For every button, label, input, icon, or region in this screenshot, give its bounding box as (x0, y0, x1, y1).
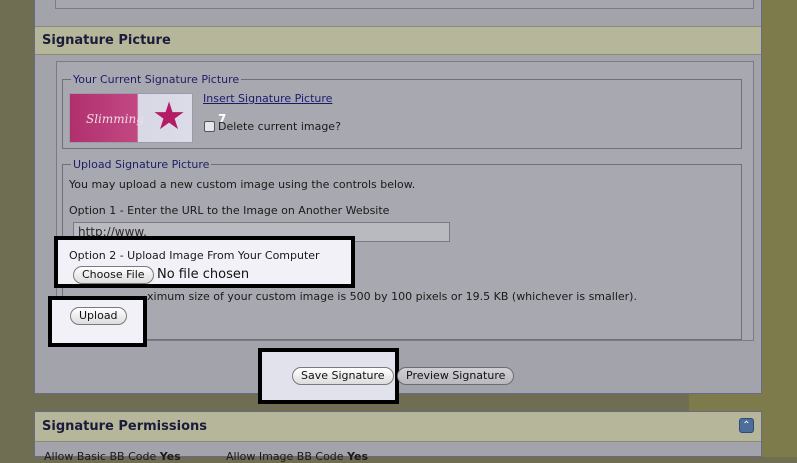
star-icon: ★ (152, 94, 187, 138)
option2-label: Option 2 - Upload Image From Your Comput… (69, 249, 320, 262)
collapse-icon[interactable]: ⌃ (739, 418, 754, 433)
delete-current-image-option[interactable]: Delete current image? (204, 120, 341, 133)
delete-image-label: Delete current image? (218, 120, 341, 133)
section-title: Signature Picture (42, 33, 171, 48)
size-limit-note: ximum size of your custom image is 500 b… (147, 290, 637, 303)
no-file-chosen-text: No file chosen (157, 267, 250, 282)
section-header-signature-picture: Signature Picture (35, 26, 761, 55)
delete-image-checkbox[interactable] (204, 121, 215, 132)
previous-section-box (55, 0, 754, 9)
upload-signature-legend: Upload Signature Picture (73, 158, 210, 171)
permissions-title: Signature Permissions (42, 419, 207, 434)
section-header-signature-permissions: Signature Permissions (35, 412, 761, 442)
insert-signature-picture-link[interactable]: Insert Signature Picture (203, 92, 332, 105)
current-signature-image: Slimming ★ 7 (69, 93, 226, 143)
current-signature-legend: Your Current Signature Picture (73, 73, 240, 86)
preview-signature-button[interactable]: Preview Signature (397, 367, 515, 385)
upload-button[interactable]: Upload (70, 307, 127, 325)
upload-intro-text: You may upload a new custom image using … (69, 178, 416, 191)
signature-image-brand: Slimming (86, 112, 144, 126)
save-signature-button[interactable]: Save Signature (292, 367, 394, 385)
option1-label: Option 1 - Enter the URL to the Image on… (69, 204, 390, 217)
choose-file-button[interactable]: Choose File (73, 266, 154, 284)
